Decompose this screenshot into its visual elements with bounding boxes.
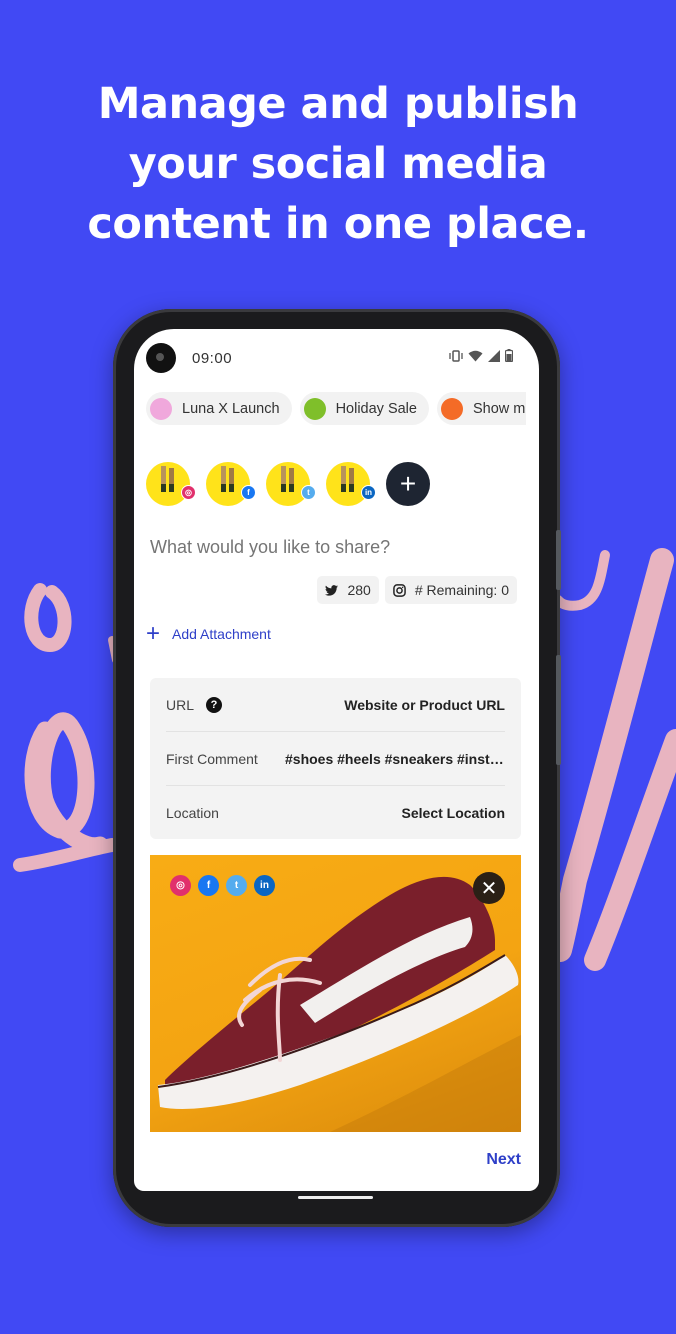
url-label: URL ? (166, 696, 223, 713)
add-attachment-label: Add Attachment (172, 626, 271, 642)
media-network-indicators: ◎ f t in (170, 875, 275, 896)
twitter-counter: 280 (317, 576, 379, 604)
battery-icon (505, 349, 513, 362)
chip-label: Show me (472, 400, 526, 417)
add-attachment-button[interactable]: + Add Attachment (146, 622, 271, 646)
chip-color-dot (303, 397, 326, 420)
add-account-button[interactable]: + (386, 462, 430, 506)
facebook-badge-icon: f (241, 485, 256, 500)
sneaker-photo (157, 876, 521, 1132)
vibrate-icon (449, 349, 463, 362)
headline: Manage and publish your social media con… (0, 74, 676, 254)
url-option-row[interactable]: URL ? Website or Product URL (166, 678, 505, 732)
headline-line-1: Manage and publish (97, 79, 579, 129)
location-value[interactable]: Select Location (402, 805, 505, 821)
avatar-image (221, 466, 234, 492)
first-comment-value[interactable]: #shoes #heels #sneakers #instagood (285, 751, 505, 767)
instagram-badge-icon: ◎ (181, 485, 196, 500)
chip-color-dot (150, 397, 172, 420)
account-avatar-twitter[interactable]: t (266, 462, 316, 506)
linkedin-badge-icon: in (361, 485, 376, 500)
campaign-chip[interactable]: Luna X Launch (146, 392, 292, 425)
instagram-counter: # Remaining: 0 (384, 576, 517, 604)
account-avatar-linkedin[interactable]: in (326, 462, 376, 506)
location-option-row[interactable]: Location Select Location (166, 786, 505, 840)
account-avatar-instagram[interactable]: ◎ (146, 462, 196, 506)
url-value[interactable]: Website or Product URL (344, 697, 505, 713)
account-selector: ◎ f t in + (146, 462, 430, 506)
instagram-icon: ◎ (170, 875, 191, 896)
account-avatar-facebook[interactable]: f (206, 462, 256, 506)
chip-label: Luna X Launch (182, 400, 280, 417)
chip-color-dot (440, 397, 463, 420)
post-options-panel: URL ? Website or Product URL First Comme… (150, 678, 521, 839)
next-button[interactable]: Next (486, 1151, 521, 1169)
twitter-icon: t (226, 875, 247, 896)
linkedin-icon: in (254, 875, 275, 896)
twitter-remaining-count: 280 (347, 582, 371, 598)
phone-power-button (556, 655, 561, 765)
avatar-image (281, 466, 294, 492)
avatar-image (161, 466, 174, 492)
home-indicator[interactable] (298, 1196, 373, 1199)
post-composer-input[interactable] (150, 537, 510, 558)
headline-line-2: your social media (128, 139, 548, 189)
chip-label: Holiday Sale (335, 400, 417, 417)
location-label: Location (166, 805, 219, 821)
phone-screen: 09:00 Luna X Launch Holiday Sale Show me… (134, 329, 539, 1191)
instagram-icon (393, 583, 406, 597)
status-time: 09:00 (192, 350, 233, 367)
character-counters: 280 # Remaining: 0 (317, 576, 517, 604)
campaign-chip-list[interactable]: Luna X Launch Holiday Sale Show me (146, 389, 526, 429)
remove-attachment-button[interactable]: ✕ (473, 872, 505, 904)
close-icon: ✕ (480, 877, 498, 900)
phone-volume-button (556, 530, 561, 590)
signal-icon (488, 349, 500, 362)
facebook-icon: f (198, 875, 219, 896)
help-icon[interactable]: ? (206, 696, 223, 713)
first-comment-option-row[interactable]: First Comment #shoes #heels #sneakers #i… (166, 732, 505, 786)
plus-icon: + (146, 620, 161, 647)
wifi-icon (468, 350, 483, 361)
campaign-chip[interactable]: Show me (436, 392, 526, 425)
option-label-text: URL (166, 696, 195, 713)
media-attachment-preview[interactable]: ◎ f t in ✕ (150, 855, 521, 1132)
headline-line-3: content in one place. (87, 199, 589, 249)
avatar-image (341, 466, 354, 492)
twitter-icon (325, 584, 339, 596)
twitter-badge-icon: t (301, 485, 316, 500)
status-icons (449, 349, 513, 362)
front-camera (146, 343, 176, 373)
instagram-hashtag-remaining: # Remaining: 0 (414, 582, 509, 598)
campaign-chip[interactable]: Holiday Sale (299, 392, 429, 425)
first-comment-label: First Comment (166, 750, 258, 767)
